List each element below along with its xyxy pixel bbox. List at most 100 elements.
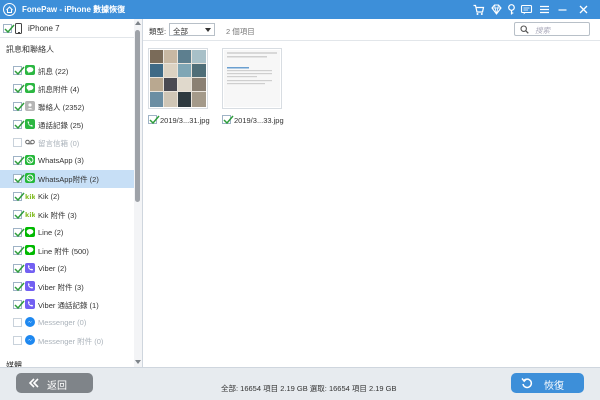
messages-icon	[25, 65, 35, 75]
selection-summary: 全部: 16654 項目 2.19 GB 選取: 16654 項目 2.19 G…	[221, 384, 397, 393]
sidebar-item-messenger[interactable]: Messenger (0)	[0, 314, 134, 332]
sidebar-item-label: Messenger 附件 (0)	[38, 337, 104, 346]
sidebar-item-label: Viber 通話記錄 (1)	[38, 301, 99, 310]
sidebar-item-label: Line (2)	[38, 228, 64, 237]
category-checkbox[interactable]	[13, 138, 22, 147]
register-diamond-icon[interactable]	[490, 3, 503, 16]
type-select[interactable]: 全部	[169, 23, 215, 36]
category-checkbox[interactable]	[13, 264, 25, 274]
sidebar-item-label: 訊息附件 (4)	[38, 85, 80, 94]
content-toolbar: 類型: 全部 2 個項目 搜索	[143, 19, 600, 41]
sidebar-item-call-history[interactable]: 通話記錄 (25)	[0, 116, 134, 134]
category-checkbox[interactable]	[13, 120, 25, 130]
sidebar-item-label: WhatsApp附件 (2)	[38, 175, 99, 184]
viber-call-history-icon	[25, 299, 35, 309]
sidebar-item-label: Viber 附件 (3)	[38, 283, 84, 292]
file-thumbnail-1[interactable]	[148, 48, 208, 109]
sidebar-item-whatsapp-attachments[interactable]: WhatsApp附件 (2)	[0, 170, 134, 188]
check-icon	[14, 210, 25, 220]
sidebar-item-messages[interactable]: 訊息 (22)	[0, 62, 134, 80]
chevron-down-icon	[205, 28, 211, 32]
file-checkbox-2[interactable]	[222, 115, 234, 125]
section-header-media: 媒體	[6, 361, 22, 367]
back-button[interactable]: 返回	[16, 373, 93, 393]
message-attachments-icon	[25, 83, 35, 93]
scroll-down-icon[interactable]	[135, 360, 141, 364]
iphone-icon	[15, 23, 22, 34]
category-checkbox[interactable]	[13, 246, 25, 256]
double-chevron-left-icon	[28, 378, 39, 388]
check-icon	[14, 192, 25, 202]
category-checkbox[interactable]	[13, 336, 22, 345]
feedback-icon[interactable]	[520, 3, 533, 16]
sidebar-item-kik-attachments[interactable]: kik Kik 附件 (3)	[0, 206, 134, 224]
recover-button[interactable]: 恢復	[511, 373, 584, 393]
messenger-attachments-icon	[25, 335, 35, 345]
check-icon	[14, 282, 25, 292]
category-checkbox[interactable]	[13, 66, 25, 76]
photo-collage-image	[150, 50, 206, 107]
sidebar-item-line[interactable]: Line (2)	[0, 224, 134, 242]
category-checkbox[interactable]	[13, 210, 25, 220]
category-checkbox[interactable]	[13, 84, 25, 94]
key-icon[interactable]	[505, 3, 518, 16]
file-name-2: 2019/3...33.jpg	[234, 116, 284, 125]
check-icon	[14, 156, 25, 166]
sidebar-item-line-attachments[interactable]: Line 附件 (500)	[0, 242, 134, 260]
svg-text:kik: kik	[25, 193, 35, 201]
check-icon	[4, 24, 15, 34]
check-icon	[14, 174, 25, 184]
check-icon	[14, 246, 25, 256]
category-checkbox[interactable]	[13, 192, 25, 202]
category-checkbox[interactable]	[13, 282, 25, 292]
category-checkbox[interactable]	[13, 228, 25, 238]
app-title: FonePaw - iPhone 數據恢復	[22, 5, 126, 14]
category-checkbox[interactable]	[13, 102, 25, 112]
category-checkbox[interactable]	[13, 156, 25, 166]
device-row[interactable]: iPhone 7	[0, 19, 134, 38]
type-select-value: 全部	[173, 27, 188, 36]
sidebar-scroll-thumb[interactable]	[135, 30, 140, 202]
viber-icon	[25, 263, 35, 273]
check-icon	[149, 115, 160, 125]
sidebar-item-label: Messenger (0)	[38, 318, 87, 327]
line-attachments-icon	[25, 245, 35, 255]
sidebar-item-viber-call-history[interactable]: Viber 通話記錄 (1)	[0, 296, 134, 314]
sidebar-item-voicemail[interactable]: 留言信箱 (0)	[0, 134, 134, 152]
call-history-icon	[25, 119, 35, 129]
type-label: 類型:	[149, 27, 167, 36]
sidebar-item-viber-attachments[interactable]: Viber 附件 (3)	[0, 278, 134, 296]
sidebar-item-label: 留言信箱 (0)	[38, 139, 80, 148]
close-icon[interactable]	[577, 3, 590, 16]
minimize-icon[interactable]	[556, 3, 569, 16]
check-icon	[14, 120, 25, 130]
check-icon	[14, 264, 25, 274]
recover-icon	[521, 378, 533, 389]
sidebar-item-contacts[interactable]: 聯絡人 (2352)	[0, 98, 134, 116]
cart-icon[interactable]	[472, 3, 485, 16]
sidebar-item-kik[interactable]: kik Kik (2)	[0, 188, 134, 206]
title-bar: FonePaw - iPhone 數據恢復	[0, 0, 600, 19]
category-checkbox[interactable]	[13, 174, 25, 184]
device-checkbox[interactable]	[3, 24, 15, 34]
check-icon	[14, 228, 25, 238]
sidebar-item-messenger-attachments[interactable]: Messenger 附件 (0)	[0, 332, 134, 350]
check-icon	[14, 66, 25, 76]
file-thumbnail-2[interactable]	[222, 48, 282, 109]
check-icon	[223, 115, 234, 125]
sidebar-item-label: 聯絡人 (2352)	[38, 103, 85, 112]
menu-icon[interactable]	[538, 3, 551, 16]
sidebar-item-label: 訊息 (22)	[38, 67, 69, 76]
sidebar-item-viber[interactable]: Viber (2)	[0, 260, 134, 278]
sidebar-item-message-attachments[interactable]: 訊息附件 (4)	[0, 80, 134, 98]
file-name-1: 2019/3...31.jpg	[160, 116, 210, 125]
sidebar-item-label: 通話記錄 (25)	[38, 121, 84, 130]
scroll-up-icon[interactable]	[135, 21, 141, 25]
file-checkbox-1[interactable]	[148, 115, 160, 125]
sidebar-item-whatsapp[interactable]: WhatsApp (3)	[0, 152, 134, 170]
category-checkbox[interactable]	[13, 318, 22, 327]
contacts-icon	[25, 101, 35, 111]
category-checkbox[interactable]	[13, 300, 25, 310]
search-input[interactable]: 搜索	[514, 22, 590, 36]
kik-attachments-icon: kik	[25, 209, 37, 219]
